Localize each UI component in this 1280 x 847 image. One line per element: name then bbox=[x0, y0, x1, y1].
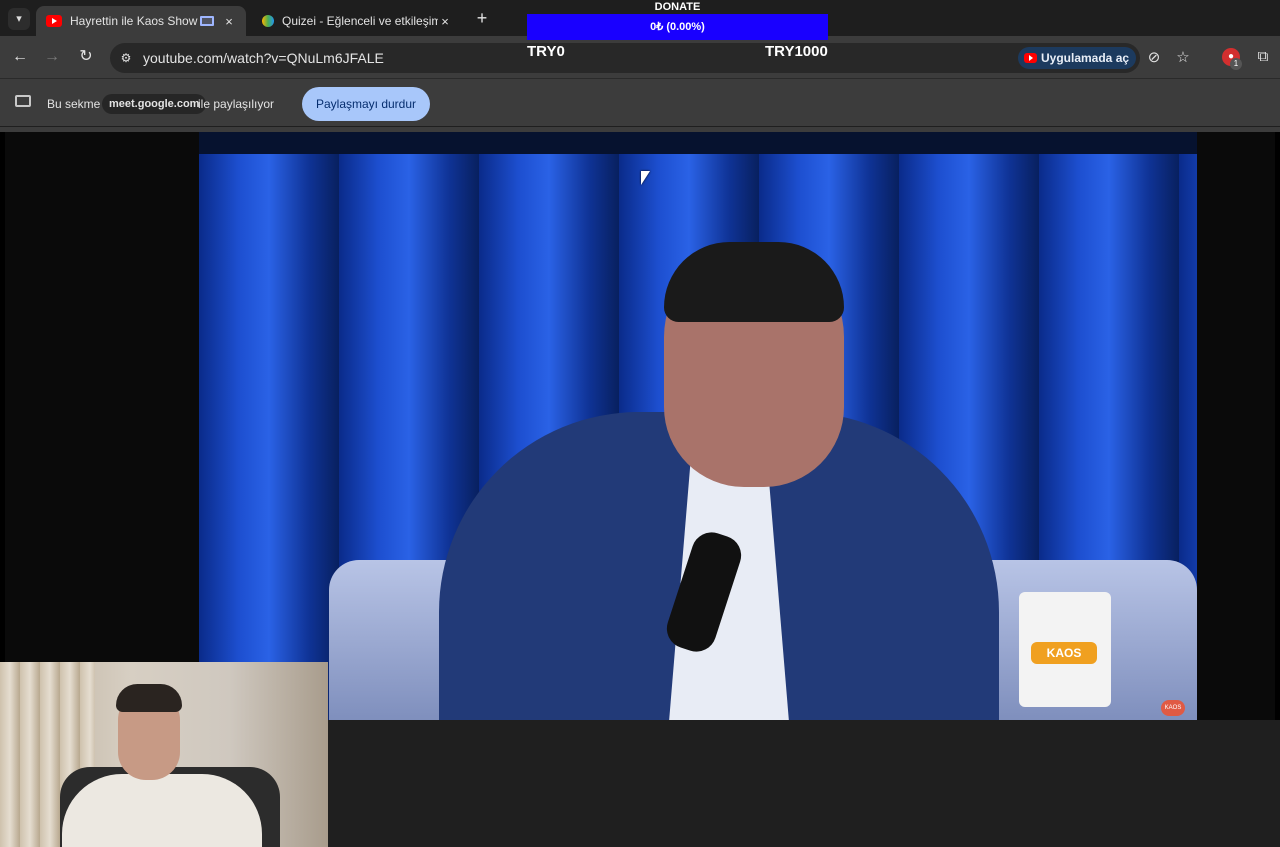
sharing-prefix-text: Bu sekme bbox=[47, 97, 101, 111]
left-pillarbox bbox=[5, 132, 199, 720]
right-pillarbox bbox=[1197, 132, 1275, 720]
open-in-app-button[interactable]: Uygulamada aç bbox=[1018, 47, 1136, 69]
sharing-infobar: Bu sekme meet.google.com ile paylaşılıyo… bbox=[0, 78, 1280, 126]
new-tab-button[interactable]: + bbox=[472, 8, 492, 28]
youtube-icon bbox=[1024, 53, 1037, 63]
url-text[interactable]: youtube.com/watch?v=QNuLm6JFALE bbox=[143, 50, 384, 66]
tab-title: Hayrettin ile Kaos Show - 2... bbox=[70, 14, 200, 28]
quizei-icon bbox=[262, 15, 274, 27]
tab-quizei[interactable]: Quizei - Eğlenceli ve etkileşimli × bbox=[252, 6, 462, 36]
sharing-site-chip[interactable]: meet.google.com bbox=[102, 94, 207, 114]
video-person-hair bbox=[664, 242, 844, 322]
bookmark-star-icon[interactable]: ☆ bbox=[1172, 47, 1194, 69]
extensions-puzzle-icon[interactable]: ⧉ bbox=[1254, 48, 1272, 66]
webcam-person-body bbox=[62, 774, 262, 847]
forward-button[interactable]: → bbox=[42, 47, 62, 67]
reload-button[interactable]: ↻ bbox=[76, 47, 96, 67]
tab-youtube[interactable]: Hayrettin ile Kaos Show - 2... × bbox=[36, 6, 246, 36]
mug-logo: KAOS bbox=[1031, 642, 1097, 664]
sharing-suffix-text: ile paylaşılıyor bbox=[198, 97, 275, 111]
page-content: KAOS KAOS bbox=[0, 127, 1280, 847]
stop-sharing-button[interactable]: Paylaşmayı durdur bbox=[302, 87, 430, 121]
donate-min-label: TRY0 bbox=[527, 43, 565, 60]
donate-progress-bar: 0₺ (0.00%) bbox=[527, 14, 828, 40]
donate-max-label: TRY1000 bbox=[765, 43, 828, 60]
donate-progress-text: 0₺ (0.00%) bbox=[650, 21, 705, 33]
donate-title: DONATE bbox=[654, 1, 701, 13]
screen-share-icon bbox=[15, 95, 31, 107]
youtube-icon bbox=[46, 15, 62, 27]
channel-watermark: KAOS bbox=[1161, 700, 1185, 716]
mouse-cursor-icon bbox=[641, 171, 650, 185]
open-in-app-label: Uygulamada aç bbox=[1041, 51, 1130, 65]
donate-widget: DONATE 0₺ (0.00%) TRY0 TRY1000 bbox=[527, 0, 828, 62]
back-button[interactable]: ← bbox=[10, 47, 30, 67]
extension-badge: 1 bbox=[1230, 58, 1242, 70]
tab-casting-icon bbox=[200, 16, 214, 26]
tab-title: Quizei - Eğlenceli ve etkileşimli bbox=[282, 14, 438, 28]
tab-close-icon[interactable]: × bbox=[222, 14, 236, 29]
site-settings-icon[interactable]: ⚙ bbox=[118, 50, 134, 66]
tab-search-button[interactable]: ▾ bbox=[8, 8, 30, 30]
webcam-overlay bbox=[0, 662, 328, 847]
webcam-person-hair bbox=[116, 684, 182, 712]
video-player[interactable]: KAOS KAOS bbox=[199, 132, 1197, 720]
eye-off-icon[interactable]: ⊘ bbox=[1143, 47, 1165, 69]
tab-close-icon[interactable]: × bbox=[438, 14, 452, 29]
